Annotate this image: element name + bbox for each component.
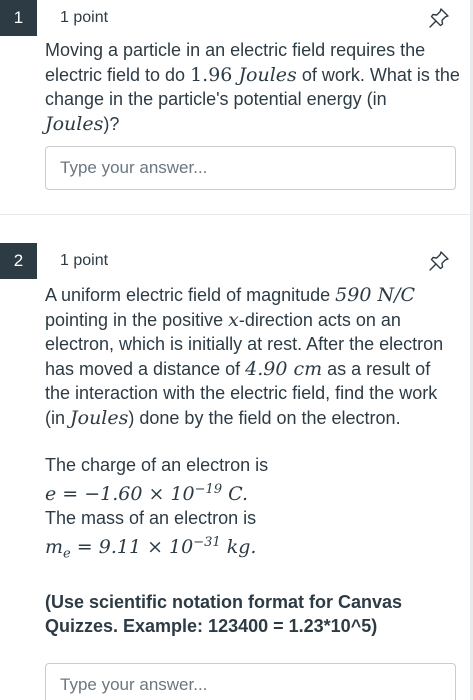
math-formula: e = −1.60 × 10 xyxy=(45,482,195,505)
question-number-badge: 2 xyxy=(0,243,37,279)
question-divider xyxy=(0,214,473,215)
math-unit: kg. xyxy=(220,535,257,558)
question-text: Moving a particle in an electric field r… xyxy=(45,38,460,136)
question-text-part: pointing in the positive xyxy=(45,309,229,330)
question-1: 1 1 point Moving a particle in an electr… xyxy=(0,0,473,214)
question-text-part: A uniform electric field of magnitude xyxy=(45,285,336,305)
math-value: 4.90 cm xyxy=(245,357,323,380)
question-paragraph: A uniform electric field of magnitude 59… xyxy=(45,283,460,430)
question-points: 1 point xyxy=(60,252,109,269)
question-points: 1 point xyxy=(60,9,109,26)
math-unit: Joules xyxy=(45,112,104,135)
mass-label: The mass of an electron is xyxy=(45,508,257,528)
math-subscript: e xyxy=(63,546,71,562)
question-2: 2 1 point A uniform electric field of ma… xyxy=(0,243,473,700)
math-unit: C. xyxy=(222,482,249,505)
math-unit: Joules xyxy=(70,406,129,429)
pin-icon[interactable] xyxy=(427,249,451,273)
math-value: 590 N/C xyxy=(335,284,416,306)
question-text-part: ) done by the field on the electron. xyxy=(128,407,401,428)
quiz-page: 1 1 point Moving a particle in an electr… xyxy=(0,0,473,700)
question-text-part: )? xyxy=(103,113,120,134)
question-text: A uniform electric field of magnitude 59… xyxy=(45,283,460,639)
answer-input[interactable] xyxy=(45,146,456,190)
question-number-badge: 1 xyxy=(0,0,37,36)
math-unit: Joules xyxy=(238,63,297,86)
math-formula: = 9.11 × 10 xyxy=(70,535,194,558)
charge-label: The charge of an electron is xyxy=(45,455,269,475)
answer-input[interactable] xyxy=(45,663,456,700)
math-value: 1.96 xyxy=(190,63,233,86)
charge-formula: e = −1.60 × 10−19 C. xyxy=(45,478,460,507)
math-exponent: −19 xyxy=(194,481,223,497)
mass-formula: me = 9.11 × 10−31 kg. xyxy=(45,531,460,567)
format-note: (Use scientific notation format for Canv… xyxy=(45,591,403,637)
math-variable: x xyxy=(228,308,239,331)
pin-icon[interactable] xyxy=(427,6,451,30)
math-exponent: −31 xyxy=(193,534,221,550)
math-variable: m xyxy=(45,535,64,558)
